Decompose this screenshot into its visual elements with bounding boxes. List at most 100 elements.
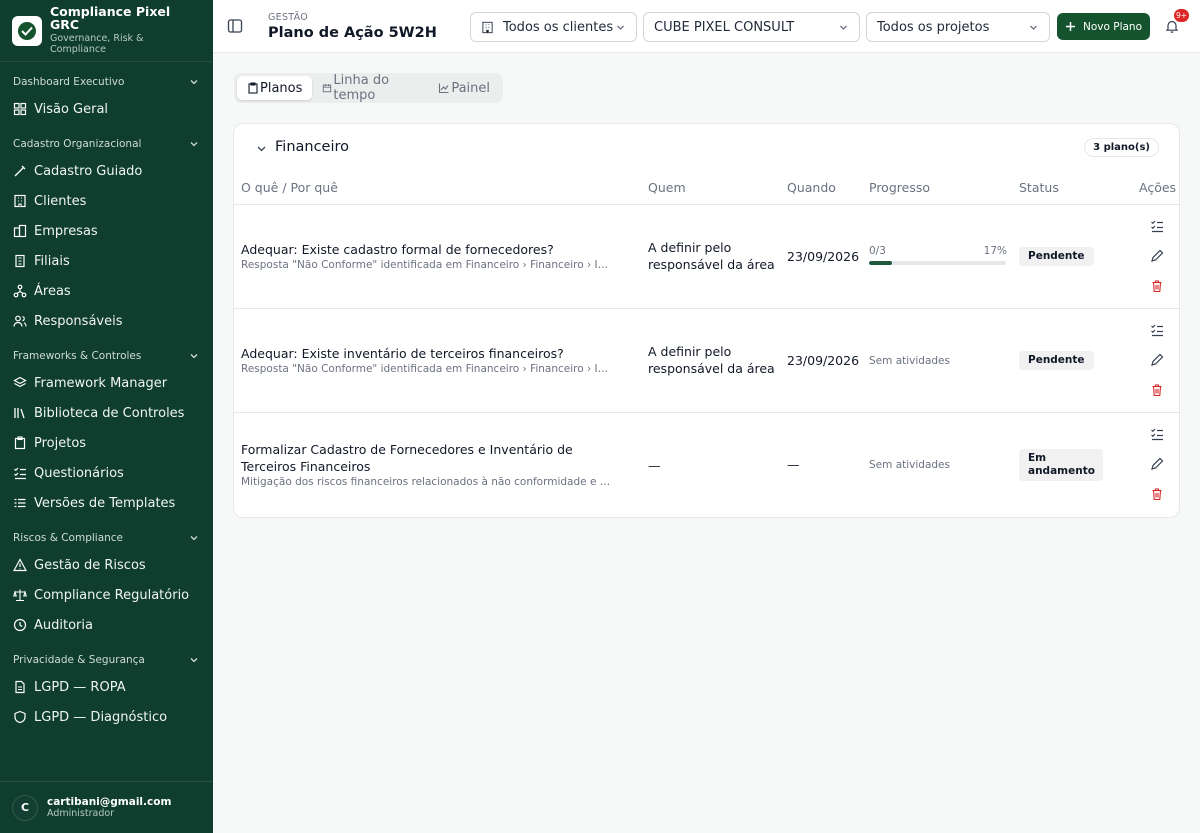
- view-tabs: Planos Linha do tempo Painel: [234, 73, 503, 103]
- pencil-icon[interactable]: [1150, 249, 1164, 263]
- client-select[interactable]: Todos os clientes: [470, 12, 637, 42]
- pencil-icon[interactable]: [1150, 457, 1164, 471]
- sidebar-item-lgpd-diagnostico[interactable]: LGPD — Diagnóstico: [0, 702, 213, 732]
- sidebar-item-framework-manager[interactable]: Framework Manager: [0, 368, 213, 398]
- list-checks-icon[interactable]: [1150, 427, 1164, 441]
- sidebar-item-label: Biblioteca de Controles: [34, 405, 185, 421]
- chevron-down-icon: [617, 25, 624, 30]
- status-badge: Pendente: [1019, 351, 1094, 370]
- sidebar-item-biblioteca[interactable]: Biblioteca de Controles: [0, 398, 213, 428]
- library-icon: [13, 406, 27, 420]
- table-row[interactable]: Adequar: Existe cadastro formal de forne…: [234, 205, 1179, 309]
- plan-when: 23/09/2026: [787, 353, 860, 368]
- group-header[interactable]: Financeiro 3 plano(s): [234, 124, 1179, 172]
- company-select[interactable]: CUBE PIXEL CONSULT: [643, 12, 860, 42]
- sidebar-section-header[interactable]: Riscos & Compliance: [0, 526, 213, 550]
- sidebar-item-label: Responsáveis: [34, 313, 123, 329]
- row-actions: [1150, 219, 1166, 309]
- sidebar-section-label: Privacidade & Segurança: [13, 654, 145, 666]
- project-select-value: Todos os projetos: [877, 19, 990, 35]
- sidebar-section-cadastro: Cadastro Organizacional Cadastro Guiado …: [0, 132, 213, 336]
- trash-icon[interactable]: [1150, 383, 1164, 397]
- sidebar-item-label: Áreas: [34, 283, 71, 299]
- column-header-what: O quê / Por quê: [241, 180, 338, 195]
- sidebar-section-header[interactable]: Dashboard Executivo: [0, 70, 213, 94]
- column-header-who: Quem: [648, 180, 686, 195]
- project-select[interactable]: Todos os projetos: [866, 12, 1050, 42]
- sidebar-item-label: Empresas: [34, 223, 98, 239]
- sidebar-toggle-icon[interactable]: [227, 18, 243, 34]
- plan-what: Adequar: Existe inventário de terceiros …: [241, 346, 564, 361]
- building2-icon: [13, 224, 27, 238]
- sidebar-item-cadastro-guiado[interactable]: Cadastro Guiado: [0, 156, 213, 186]
- tab-painel[interactable]: Painel: [428, 76, 500, 100]
- git-branch-icon: [13, 496, 27, 510]
- scale-icon: [13, 588, 27, 602]
- sidebar-item-label: Projetos: [34, 435, 87, 451]
- file-icon: [13, 680, 27, 694]
- chevron-down-icon: [190, 354, 198, 359]
- trash-icon[interactable]: [1150, 487, 1164, 501]
- sidebar-item-label: Compliance Regulatório: [34, 587, 190, 603]
- sidebar-item-questionarios[interactable]: Questionários: [0, 458, 213, 488]
- layers-icon: [13, 376, 27, 390]
- list-checks-icon[interactable]: [1150, 323, 1164, 337]
- plan-why: Mitigação dos riscos financeiros relacio…: [241, 476, 613, 488]
- sidebar-item-label: Gestão de Riscos: [34, 557, 146, 573]
- building-icon: [13, 194, 27, 208]
- sidebar-item-clientes[interactable]: Clientes: [0, 186, 213, 216]
- avatar: C: [12, 794, 38, 821]
- plan-who: —: [648, 458, 661, 473]
- table-row[interactable]: Formalizar Cadastro de Fornecedores e In…: [234, 413, 1179, 517]
- sidebar-item-lgpd-ropa[interactable]: LGPD — ROPA: [0, 672, 213, 702]
- row-actions: [1150, 427, 1166, 517]
- plan-why: Resposta "Não Conforme" identificada em …: [241, 259, 613, 271]
- sidebar-item-label: LGPD — ROPA: [34, 679, 126, 695]
- chevron-down-icon[interactable]: [256, 143, 267, 154]
- magic-icon: [13, 164, 27, 178]
- sidebar-item-filiais[interactable]: Filiais: [0, 246, 213, 276]
- tab-planos[interactable]: Planos: [237, 76, 313, 100]
- new-plan-label: Novo Plano: [1082, 20, 1143, 33]
- plan-count-badge: 3 plano(s): [1084, 138, 1159, 157]
- brand[interactable]: Compliance Pixel GRC Governance, Risk & …: [0, 0, 213, 62]
- plan-why: Resposta "Não Conforme" identificada em …: [241, 363, 613, 375]
- sidebar-item-visao-geral[interactable]: Visão Geral: [0, 94, 213, 124]
- clipboard-icon: [13, 436, 27, 450]
- sidebar-item-gestao-riscos[interactable]: Gestão de Riscos: [0, 550, 213, 580]
- column-header-when: Quando: [787, 180, 836, 195]
- tab-label: Linha do tempo: [333, 73, 390, 103]
- new-plan-button[interactable]: Novo Plano: [1057, 13, 1150, 40]
- progress-percent: 17%: [983, 245, 1007, 257]
- sidebar-section-header[interactable]: Frameworks & Controles: [0, 344, 213, 368]
- plan-what: Formalizar Cadastro de Fornecedores e In…: [241, 442, 573, 474]
- sidebar-item-empresas[interactable]: Empresas: [0, 216, 213, 246]
- sidebar-item-responsaveis[interactable]: Responsáveis: [0, 306, 213, 336]
- sidebar-section-header[interactable]: Privacidade & Segurança: [0, 648, 213, 672]
- sidebar-item-areas[interactable]: Áreas: [0, 276, 213, 306]
- table-row[interactable]: Adequar: Existe inventário de terceiros …: [234, 309, 1179, 413]
- sidebar-item-label: LGPD — Diagnóstico: [34, 709, 168, 725]
- sidebar-item-projetos[interactable]: Projetos: [0, 428, 213, 458]
- notification-badge: 9+: [1174, 9, 1189, 22]
- tab-linha-do-tempo[interactable]: Linha do tempo: [312, 73, 428, 103]
- sidebar-section-dashboard: Dashboard Executivo Visão Geral: [0, 70, 213, 124]
- list-checks-icon[interactable]: [1150, 219, 1164, 233]
- calendar-icon: [323, 83, 332, 93]
- pencil-icon[interactable]: [1150, 353, 1164, 367]
- sidebar-item-versoes-templates[interactable]: Versões de Templates: [0, 488, 213, 518]
- chart-line-icon: [439, 83, 449, 94]
- list-checks-icon: [13, 466, 27, 480]
- sidebar-item-auditoria[interactable]: Auditoria: [0, 610, 213, 640]
- chevron-down-icon: [1030, 25, 1037, 30]
- sidebar-section-header[interactable]: Cadastro Organizacional: [0, 132, 213, 156]
- column-header-actions: Ações: [1139, 180, 1177, 195]
- group-title: Financeiro: [275, 139, 350, 155]
- clipboard-icon: [248, 82, 258, 94]
- user-profile[interactable]: C cartibani@gmail.com Administrador: [0, 781, 213, 833]
- plan-what: Adequar: Existe cadastro formal de forne…: [241, 242, 554, 257]
- plus-icon: [1065, 22, 1075, 31]
- sidebar-item-compliance-regulatorio[interactable]: Compliance Regulatório: [0, 580, 213, 610]
- trash-icon[interactable]: [1150, 279, 1164, 293]
- grid-icon: [13, 102, 27, 116]
